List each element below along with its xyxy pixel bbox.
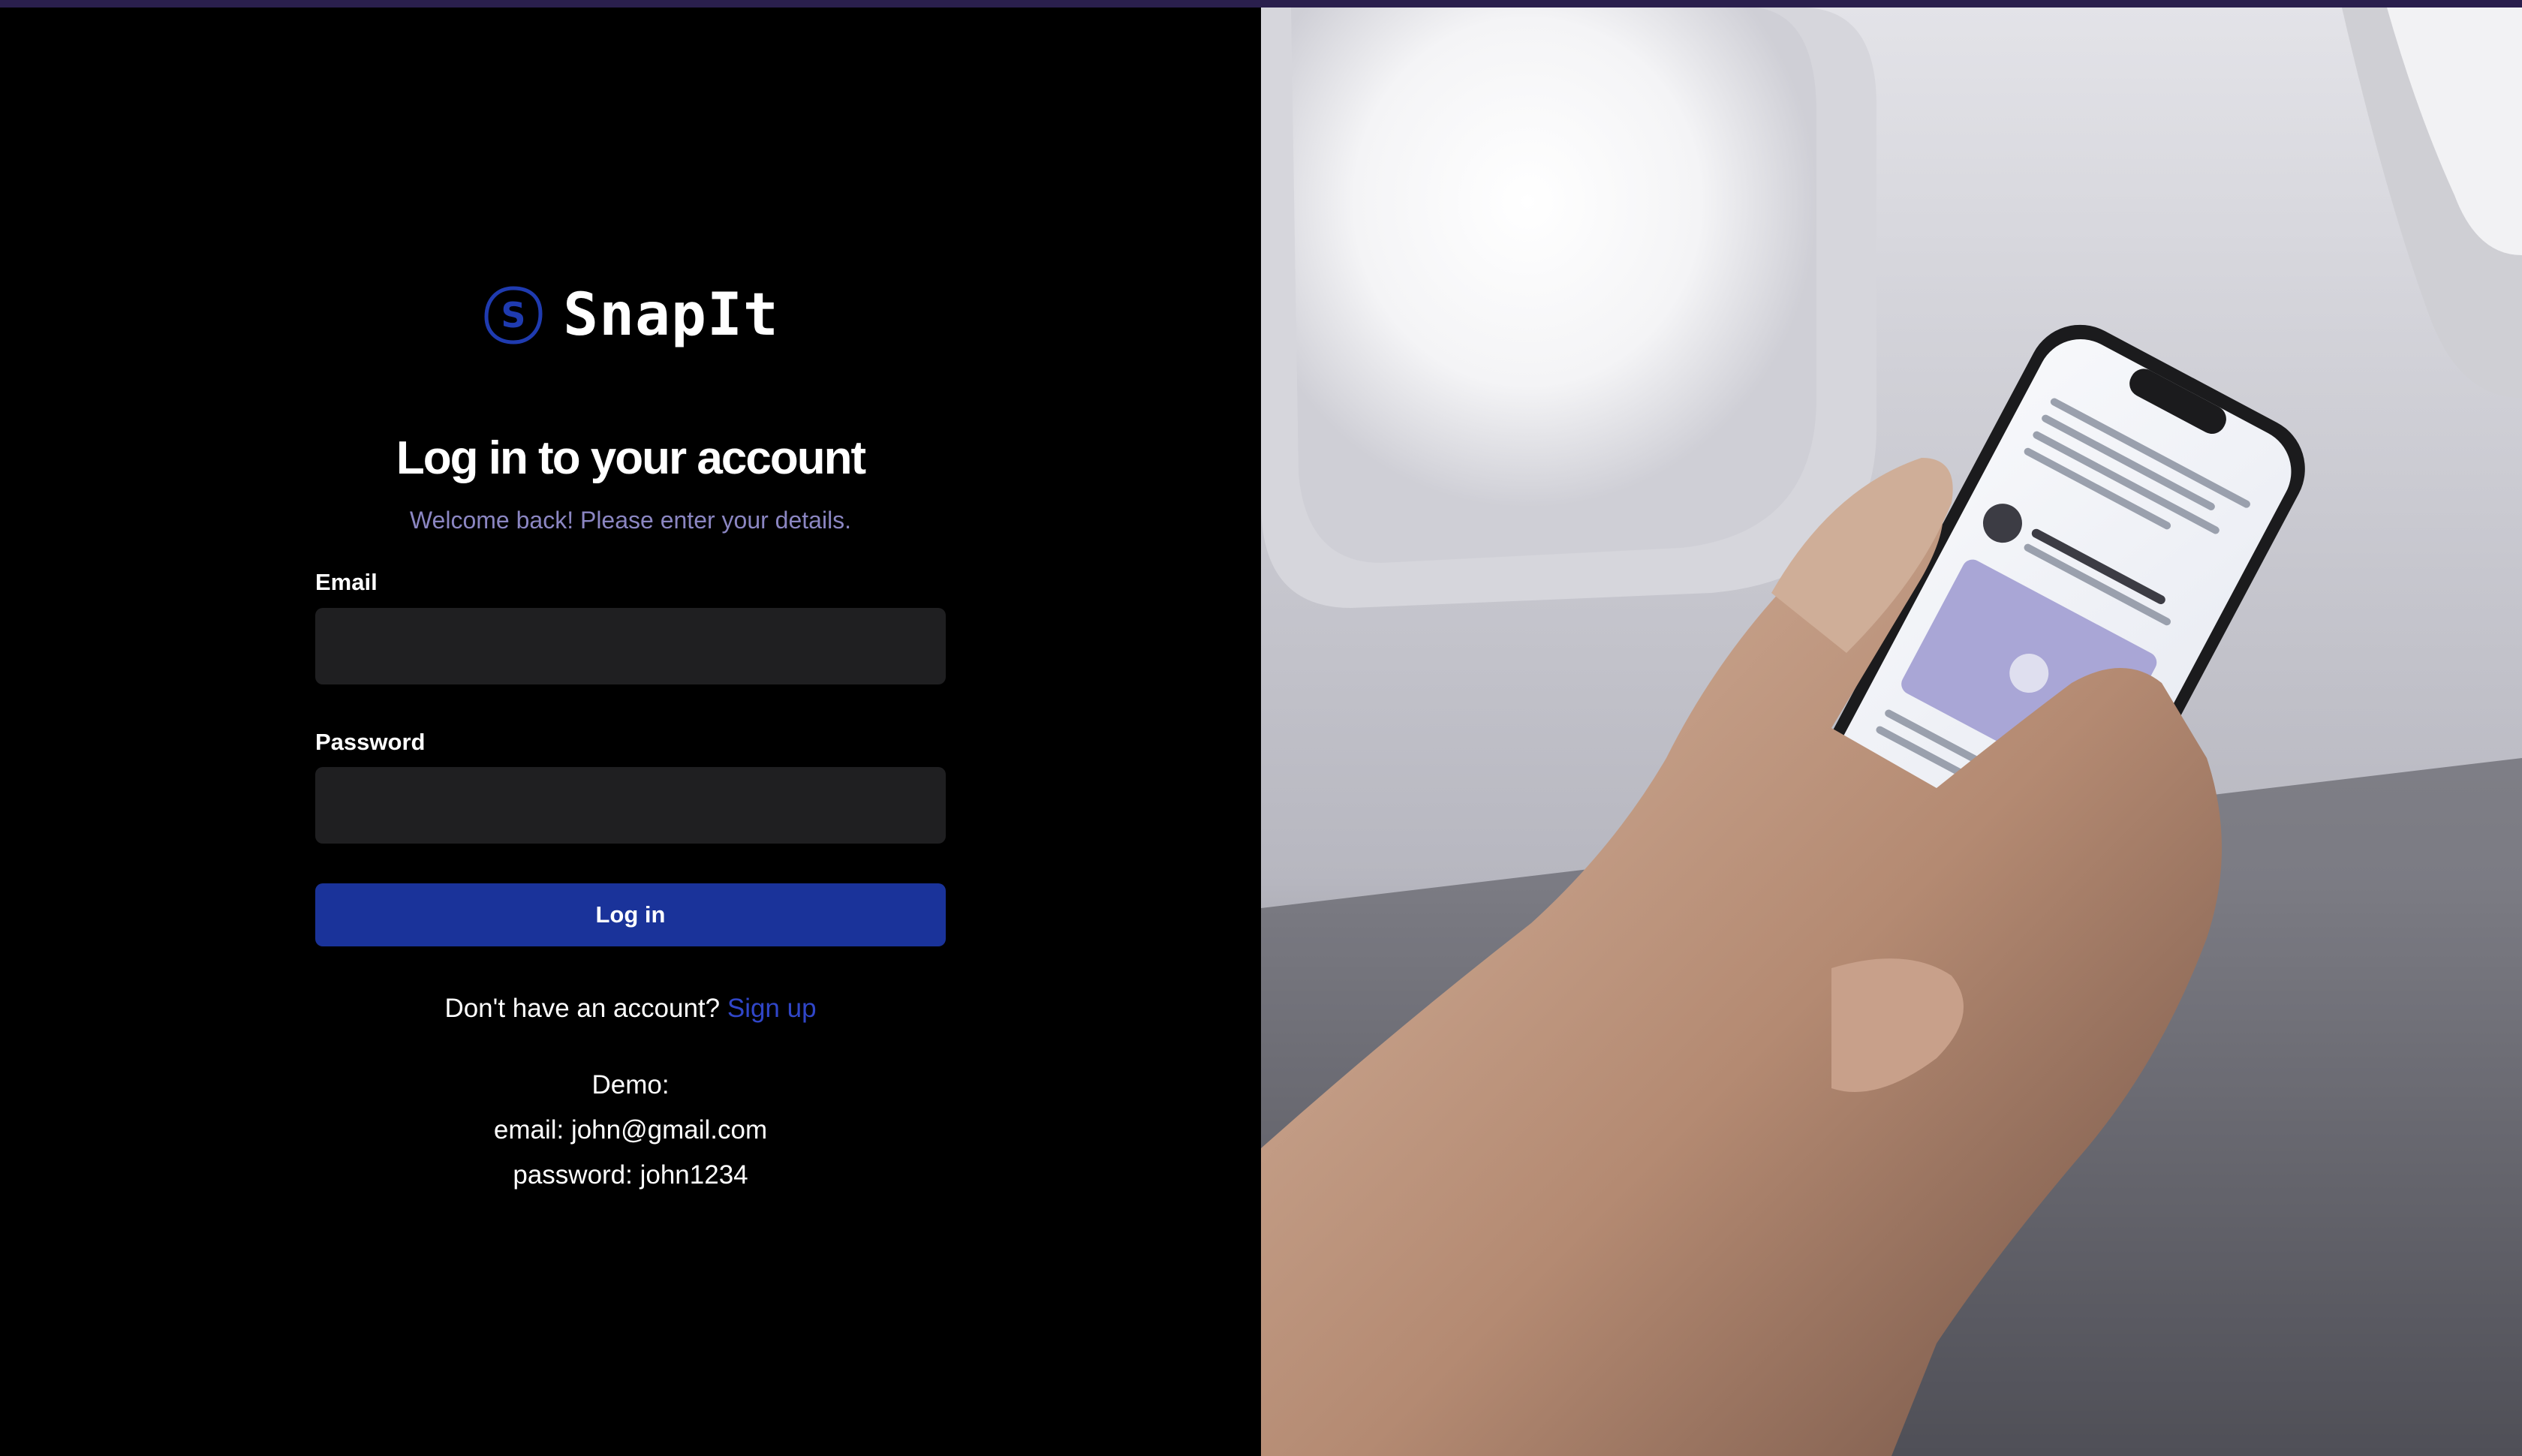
brand-name: SnapIt bbox=[563, 281, 779, 349]
password-field[interactable] bbox=[315, 767, 946, 844]
hand-holding-phone-photo bbox=[1261, 8, 2522, 1456]
demo-credentials: Demo: email: john@gmail.com password: jo… bbox=[0, 1063, 1261, 1198]
email-label: Email bbox=[315, 569, 378, 595]
snapit-logo-icon: S bbox=[484, 286, 543, 344]
signup-prompt-text: Don't have an account? bbox=[444, 994, 721, 1023]
login-page: S SnapIt Log in to your account Welcome … bbox=[0, 0, 2522, 1456]
page-subtitle: Welcome back! Please enter your details. bbox=[409, 507, 852, 534]
brand-logo: S SnapIt bbox=[0, 281, 1261, 349]
page-title: Log in to your account bbox=[396, 432, 866, 484]
email-field[interactable] bbox=[315, 608, 946, 684]
demo-email: email: john@gmail.com bbox=[493, 1115, 768, 1145]
demo-heading: Demo: bbox=[591, 1070, 670, 1100]
login-button[interactable]: Log in bbox=[315, 883, 946, 946]
top-bar bbox=[0, 0, 2522, 8]
hero-image bbox=[1261, 8, 2522, 1456]
login-panel: S SnapIt Log in to your account Welcome … bbox=[0, 8, 1261, 1456]
password-label: Password bbox=[315, 729, 426, 755]
demo-password: password: john1234 bbox=[513, 1160, 748, 1190]
signup-link[interactable]: Sign up bbox=[727, 994, 817, 1023]
svg-text:S: S bbox=[501, 295, 526, 335]
signup-prompt: Don't have an account? Sign up bbox=[0, 994, 1261, 1024]
